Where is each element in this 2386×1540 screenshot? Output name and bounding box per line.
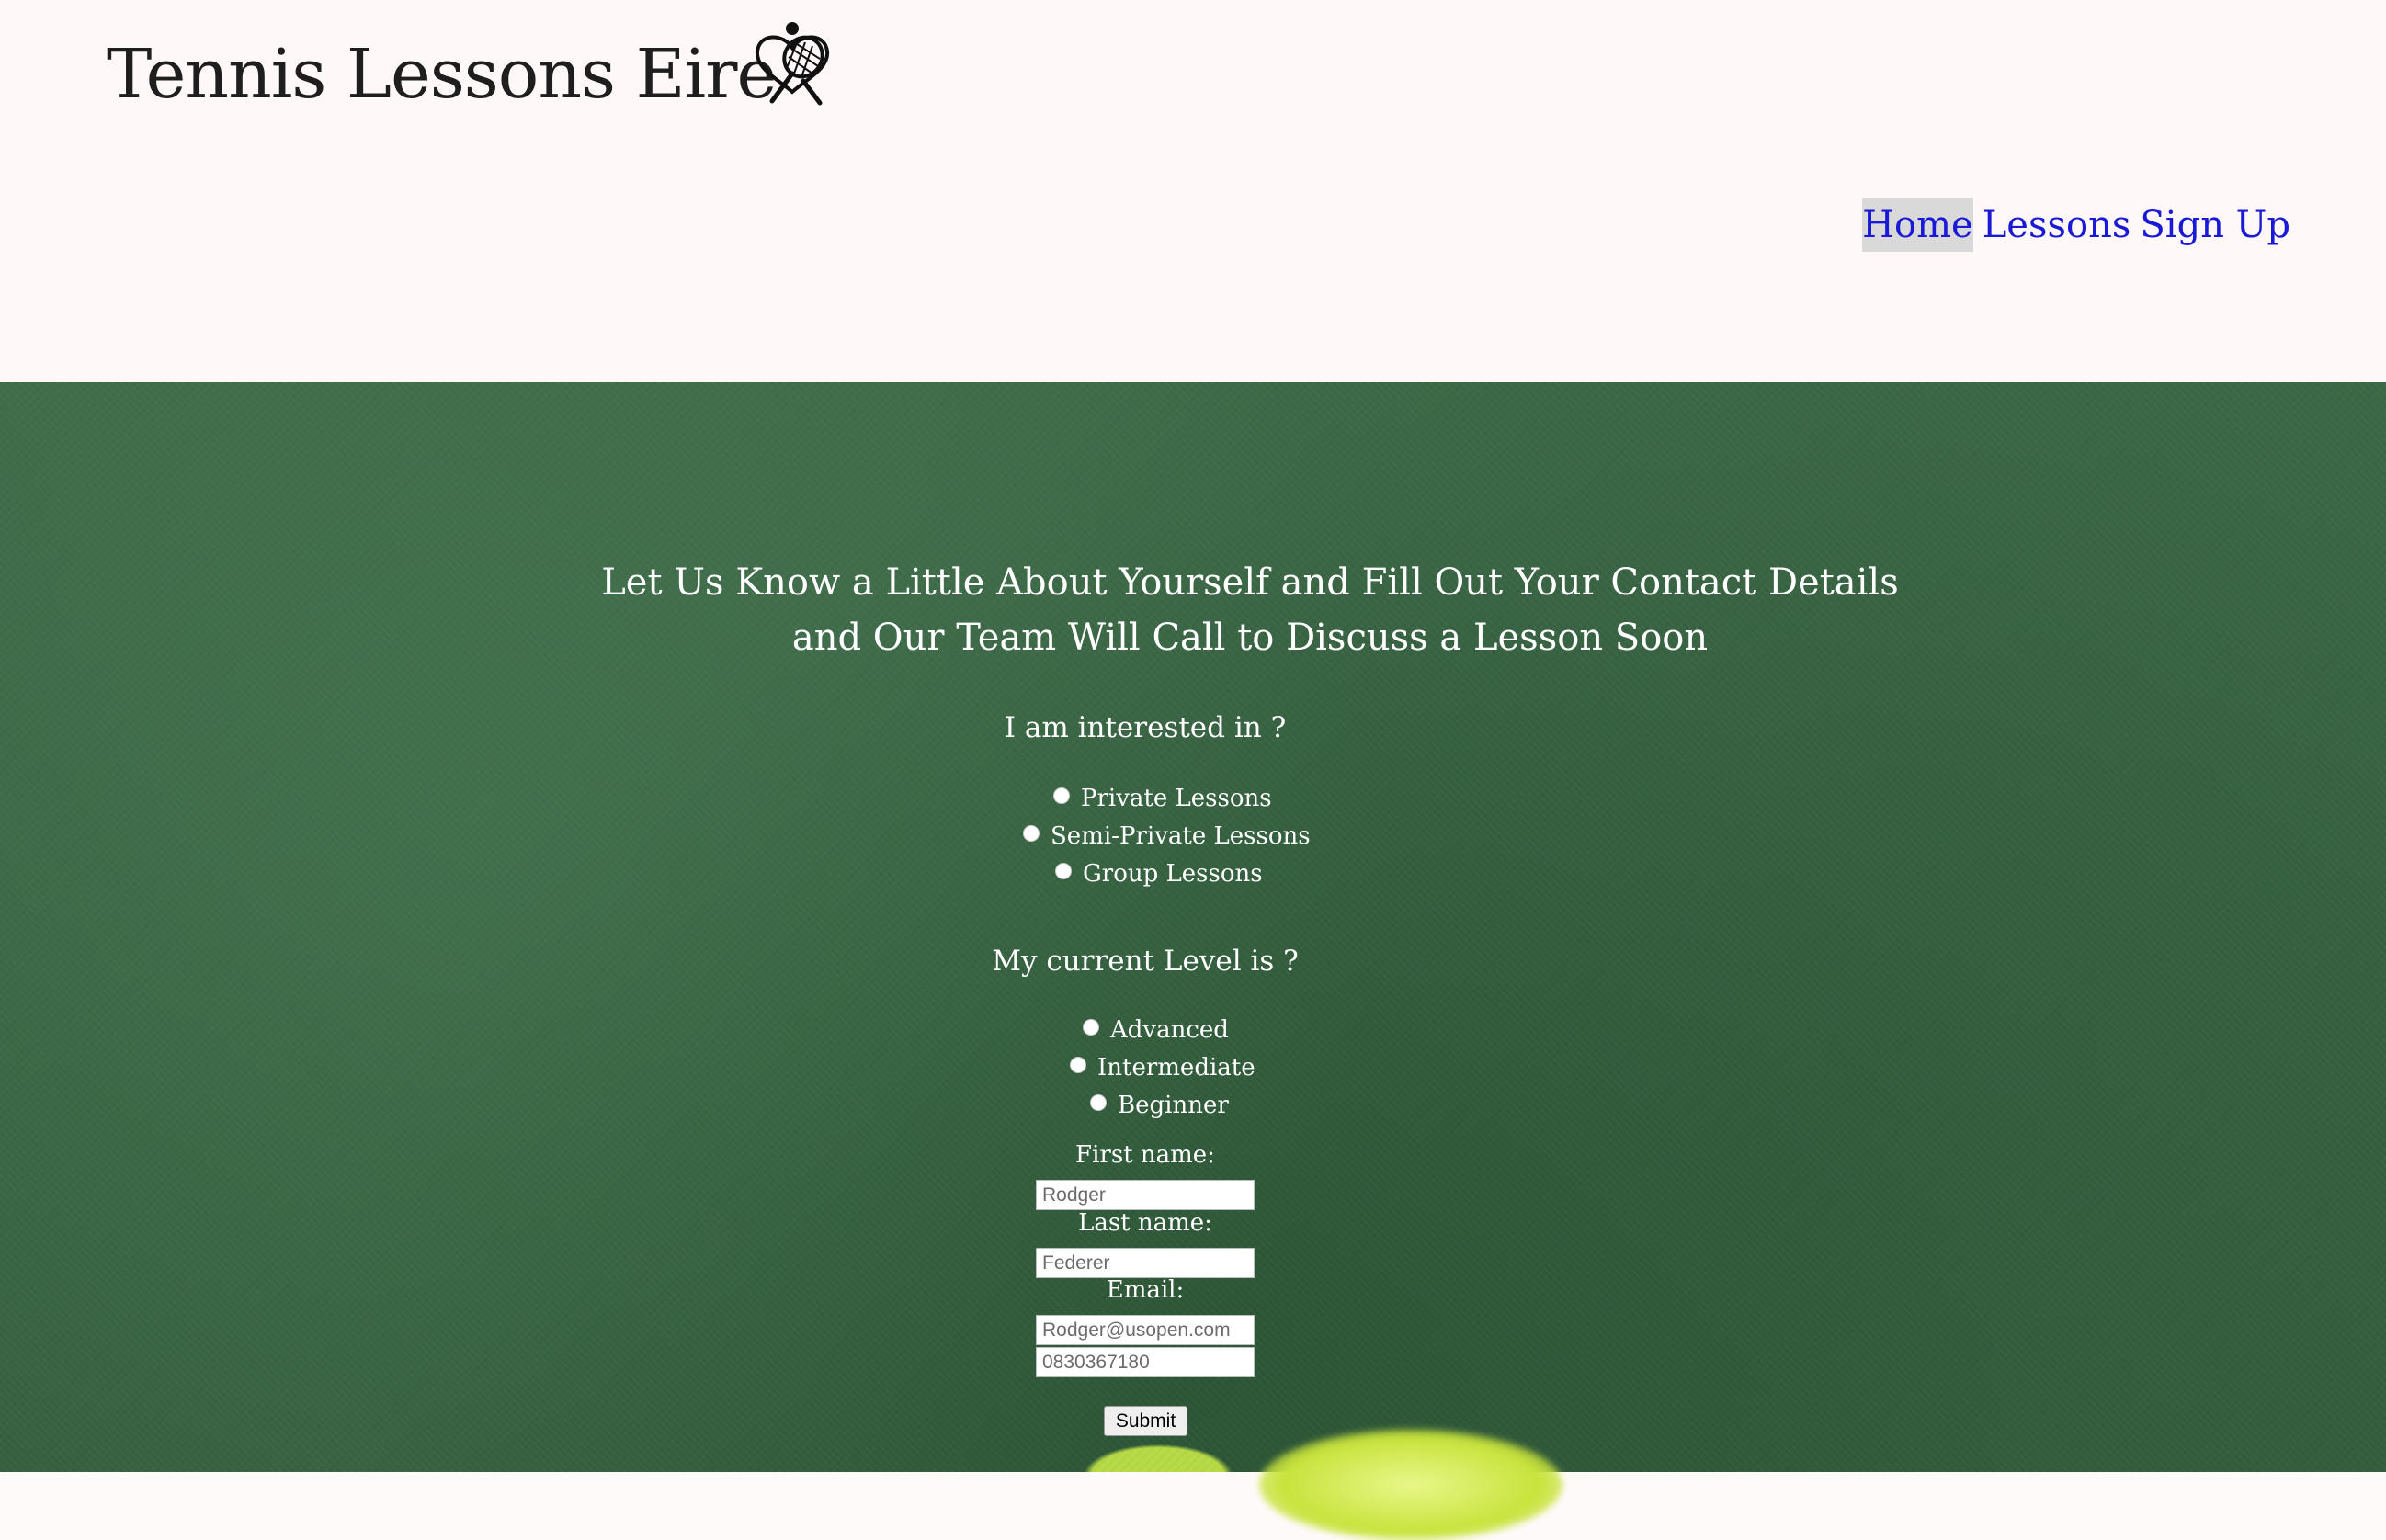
- option-label: Intermediate: [1097, 1054, 1255, 1081]
- last-name-label: Last name:: [1078, 1209, 1212, 1237]
- hero-background: Let Us Know a Little About Yourself and …: [0, 382, 2386, 1540]
- radio-button[interactable]: [1053, 787, 1070, 804]
- radio-button[interactable]: [1070, 1057, 1086, 1073]
- radio-button[interactable]: [1023, 825, 1040, 842]
- radio-button[interactable]: [1090, 1094, 1107, 1111]
- form-headline: Let Us Know a Little About Yourself and …: [601, 561, 1899, 659]
- first-name-label: First name:: [1075, 1141, 1215, 1169]
- last-name-field[interactable]: Federer: [1036, 1248, 1255, 1278]
- nav-link-sign-up[interactable]: Sign Up: [2140, 198, 2290, 252]
- level-option-intermediate[interactable]: Intermediate: [1070, 1054, 1255, 1081]
- phone-field[interactable]: 0830367180: [1036, 1347, 1255, 1377]
- email-field[interactable]: Rodger@usopen.com: [1036, 1315, 1255, 1345]
- site-header: Tennis Lessons Eire Home Lessons Sign Up: [0, 0, 2386, 382]
- interest-option-semi-private[interactable]: Semi-Private Lessons: [1023, 822, 1311, 850]
- tennis-racket-heart-icon: [755, 22, 830, 106]
- level-option-advanced[interactable]: Advanced: [1083, 1016, 1229, 1044]
- first-name-field[interactable]: Rodger: [1036, 1180, 1255, 1210]
- option-label: Semi-Private Lessons: [1051, 822, 1311, 850]
- submit-button[interactable]: Submit: [1104, 1406, 1187, 1436]
- interest-question: I am interested in ?: [1004, 711, 1287, 744]
- signup-form: Let Us Know a Little About Yourself and …: [0, 382, 2386, 1472]
- radio-button[interactable]: [1083, 1019, 1099, 1036]
- option-label: Group Lessons: [1083, 860, 1263, 888]
- option-label: Advanced: [1110, 1016, 1229, 1044]
- radio-button[interactable]: [1055, 863, 1072, 879]
- main-nav: Home Lessons Sign Up: [1862, 198, 2290, 252]
- site-logo-text[interactable]: Tennis Lessons Eire: [107, 35, 777, 114]
- interest-option-group[interactable]: Group Lessons: [1055, 860, 1263, 888]
- option-label: Private Lessons: [1081, 785, 1272, 812]
- email-label: Email:: [1106, 1276, 1185, 1304]
- level-option-beginner[interactable]: Beginner: [1090, 1092, 1229, 1119]
- nav-link-home[interactable]: Home: [1862, 198, 1973, 252]
- interest-option-private[interactable]: Private Lessons: [1053, 785, 1272, 812]
- option-label: Beginner: [1118, 1092, 1229, 1119]
- nav-link-lessons[interactable]: Lessons: [1983, 198, 2131, 252]
- level-question: My current Level is ?: [992, 945, 1299, 978]
